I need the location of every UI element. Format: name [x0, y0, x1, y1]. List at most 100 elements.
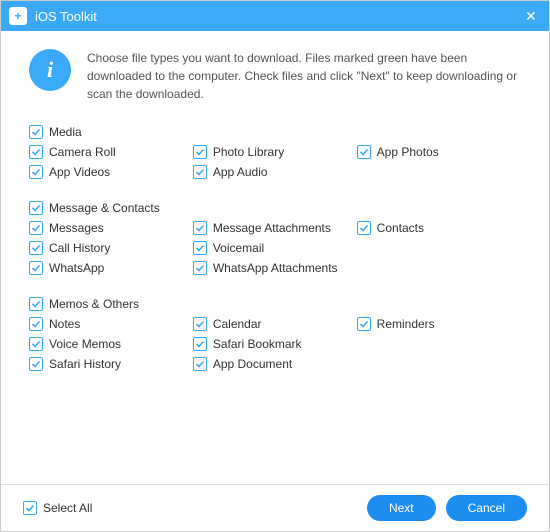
checkbox-label: Contacts: [377, 221, 424, 235]
checkbox-box: [29, 261, 43, 275]
cell: Reminders: [357, 317, 521, 331]
checkbox-label: Media: [49, 125, 82, 139]
table-row: Camera Roll Photo Library App Photos: [29, 145, 521, 159]
checkbox-box: [357, 221, 371, 235]
filetype-checkbox[interactable]: Camera Roll: [29, 145, 193, 159]
group-rows: Camera Roll Photo Library App Photos App Vi…: [29, 145, 521, 179]
group-header: Media: [29, 125, 521, 139]
checkbox-box: [193, 337, 207, 351]
cell: WhatsApp: [29, 261, 193, 275]
checkbox-label: Calendar: [213, 317, 262, 331]
titlebar: + iOS Toolkit ✕: [1, 1, 549, 31]
group-checkbox-media[interactable]: Media: [29, 125, 521, 139]
filetype-checkbox[interactable]: Reminders: [357, 317, 521, 331]
footer: Select All Next Cancel: [1, 484, 549, 531]
filetype-checkbox[interactable]: App Videos: [29, 165, 193, 179]
filetype-checkbox[interactable]: App Document: [193, 357, 357, 371]
cell: Camera Roll: [29, 145, 193, 159]
checkbox-label: Camera Roll: [49, 145, 116, 159]
info-icon: i: [29, 49, 71, 91]
filetype-checkbox[interactable]: Voicemail: [193, 241, 357, 255]
group-rows: MessagesMessage Attachments Contacts Call …: [29, 221, 521, 275]
filetype-checkbox[interactable]: WhatsApp: [29, 261, 193, 275]
checkbox-box: [29, 145, 43, 159]
checkbox-box: [29, 297, 43, 311]
group-checkbox-message-contacts[interactable]: Message & Contacts: [29, 201, 521, 215]
filetype-checkbox[interactable]: App Photos: [357, 145, 521, 159]
filetype-checkbox[interactable]: App Audio: [193, 165, 357, 179]
checkbox-label: WhatsApp: [49, 261, 104, 275]
checkbox-box: [29, 357, 43, 371]
cancel-button[interactable]: Cancel: [446, 495, 527, 521]
select-all-checkbox[interactable]: Select All: [23, 501, 92, 515]
file-type-groups: Media Camera Roll Photo Library App Photos A…: [29, 125, 521, 371]
cell: App Document: [193, 357, 357, 371]
filetype-checkbox[interactable]: Photo Library: [193, 145, 357, 159]
group-memos-others: Memos & Others Notes Calendar Reminders Voic…: [29, 297, 521, 371]
group-checkbox-memos-others[interactable]: Memos & Others: [29, 297, 521, 311]
app-window: + iOS Toolkit ✕ i Choose file types you …: [0, 0, 550, 532]
checkbox-label: Safari Bookmark: [213, 337, 302, 351]
checkbox-box: [29, 317, 43, 331]
filetype-checkbox[interactable]: Messages: [29, 221, 193, 235]
filetype-checkbox[interactable]: WhatsApp Attachments: [193, 261, 357, 275]
table-row: App Videos App Audio: [29, 165, 521, 179]
group-media: Media Camera Roll Photo Library App Photos A…: [29, 125, 521, 179]
cell: Call History: [29, 241, 193, 255]
filetype-checkbox[interactable]: Message Attachments: [193, 221, 357, 235]
cell: Voice Memos: [29, 337, 193, 351]
filetype-checkbox[interactable]: Voice Memos: [29, 337, 193, 351]
checkbox-box: [193, 317, 207, 331]
filetype-checkbox[interactable]: Call History: [29, 241, 193, 255]
cell: Photo Library: [193, 145, 357, 159]
checkbox-label: App Videos: [49, 165, 110, 179]
checkbox-box: [193, 165, 207, 179]
select-all-label: Select All: [43, 501, 92, 515]
cell: Contacts: [357, 221, 521, 235]
checkbox-label: Photo Library: [213, 145, 284, 159]
table-row: Voice Memos Safari Bookmark: [29, 337, 521, 351]
checkbox-box: [29, 201, 43, 215]
app-icon: +: [9, 7, 27, 25]
checkbox-label: Safari History: [49, 357, 121, 371]
checkbox-box: [23, 501, 37, 515]
filetype-checkbox[interactable]: Contacts: [357, 221, 521, 235]
close-icon[interactable]: ✕: [521, 8, 541, 25]
checkbox-label: Message & Contacts: [49, 201, 160, 215]
table-row: Notes Calendar Reminders: [29, 317, 521, 331]
table-row: MessagesMessage Attachments Contacts: [29, 221, 521, 235]
info-row: i Choose file types you want to download…: [29, 49, 521, 103]
checkbox-label: Voicemail: [213, 241, 264, 255]
cell: App Audio: [193, 165, 357, 179]
cell: Calendar: [193, 317, 357, 331]
checkbox-box: [193, 145, 207, 159]
cell: App Photos: [357, 145, 521, 159]
table-row: WhatsApp WhatsApp Attachments: [29, 261, 521, 275]
checkbox-label: Call History: [49, 241, 110, 255]
checkbox-box: [29, 165, 43, 179]
group-header: Memos & Others: [29, 297, 521, 311]
table-row: Safari History App Document: [29, 357, 521, 371]
cell: App Videos: [29, 165, 193, 179]
group-message-contacts: Message & Contacts MessagesMessage Attach…: [29, 201, 521, 275]
cell: Messages: [29, 221, 193, 235]
checkbox-label: Voice Memos: [49, 337, 121, 351]
checkbox-box: [193, 241, 207, 255]
cell: Notes: [29, 317, 193, 331]
window-title: iOS Toolkit: [35, 9, 521, 24]
checkbox-label: Memos & Others: [49, 297, 139, 311]
checkbox-box: [193, 261, 207, 275]
filetype-checkbox[interactable]: Calendar: [193, 317, 357, 331]
checkbox-label: Reminders: [377, 317, 435, 331]
filetype-checkbox[interactable]: Notes: [29, 317, 193, 331]
group-header: Message & Contacts: [29, 201, 521, 215]
group-rows: Notes Calendar Reminders Voice Memos Safari …: [29, 317, 521, 371]
checkbox-label: App Audio: [213, 165, 268, 179]
cell: Message Attachments: [193, 221, 357, 235]
next-button[interactable]: Next: [367, 495, 436, 521]
cell: Safari History: [29, 357, 193, 371]
filetype-checkbox[interactable]: Safari History: [29, 357, 193, 371]
checkbox-box: [29, 337, 43, 351]
filetype-checkbox[interactable]: Safari Bookmark: [193, 337, 357, 351]
content-area: i Choose file types you want to download…: [1, 31, 549, 484]
